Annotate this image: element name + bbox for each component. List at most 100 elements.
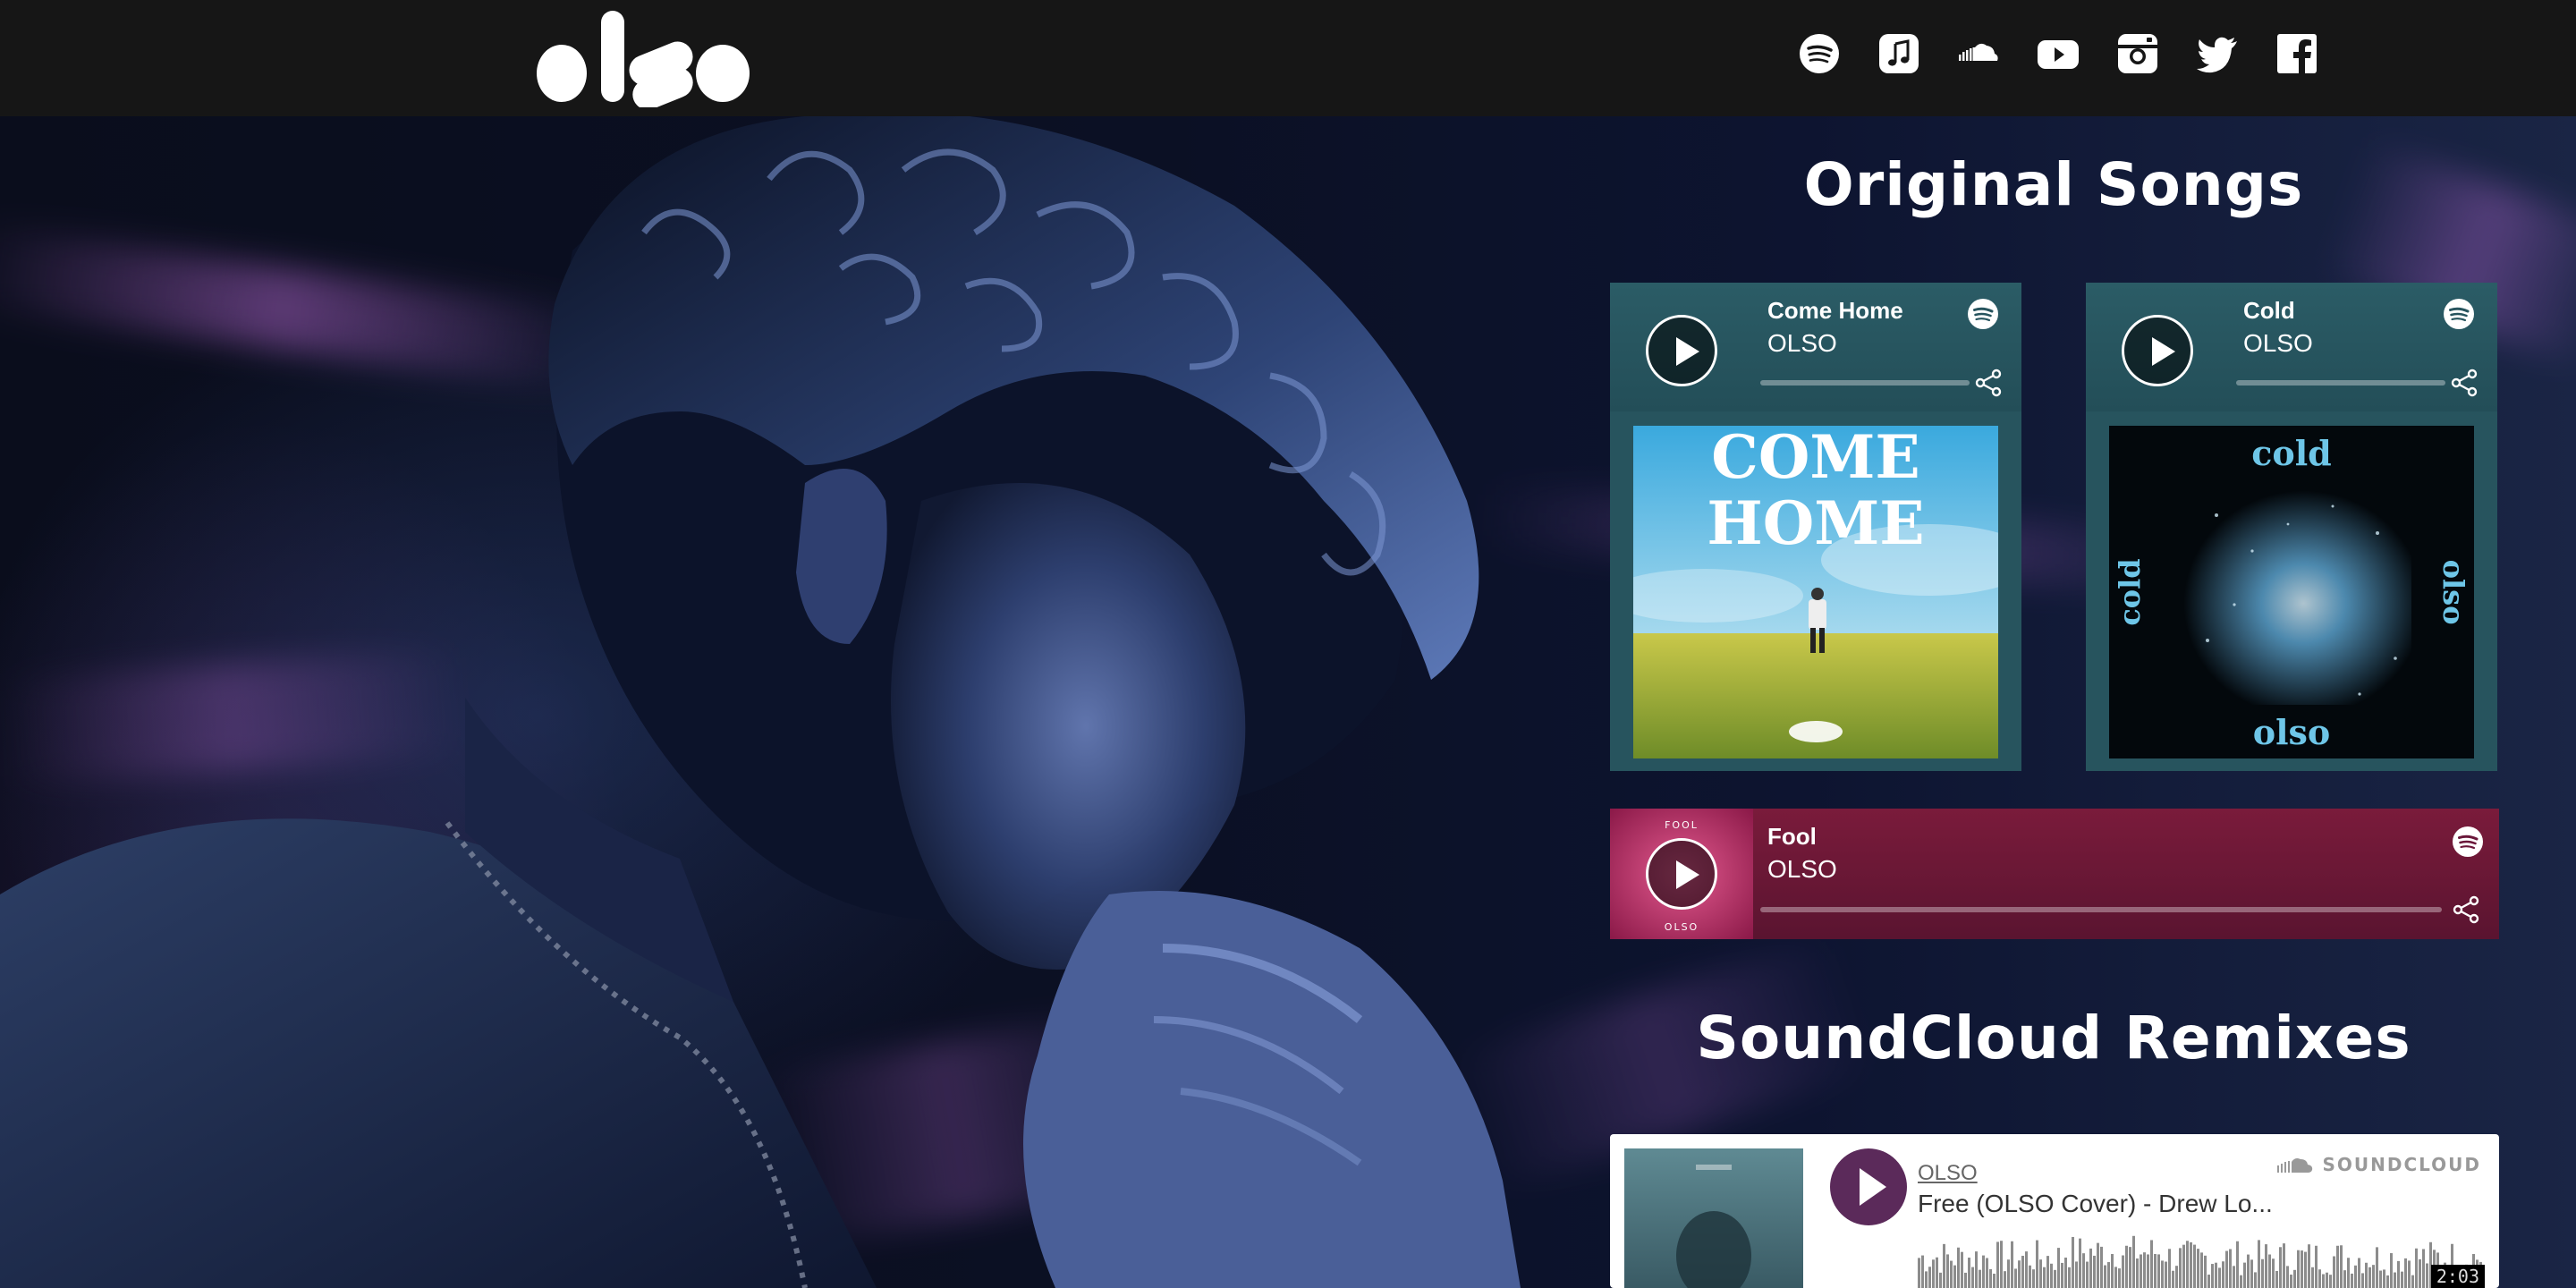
waveform-bar (2343, 1270, 2346, 1288)
waveform-bar (2386, 1275, 2389, 1288)
waveform-bar (2175, 1266, 2178, 1288)
waveform-bar (2322, 1274, 2325, 1288)
waveform-bar (2326, 1272, 2328, 1288)
waveform-bar (1918, 1258, 1920, 1288)
waveform-bar (2114, 1267, 2117, 1288)
original-songs-heading: Original Songs (1803, 150, 2304, 219)
track-artist[interactable]: OLSO (2243, 329, 2313, 358)
track-artwork[interactable] (1624, 1148, 1803, 1288)
track-title[interactable]: Come Home (1767, 297, 1903, 325)
waveform-bar (2054, 1269, 2056, 1288)
waveform-bar (1943, 1243, 1945, 1288)
svg-text:HOME: HOME (1707, 488, 1924, 558)
track-title-link[interactable]: Free (OLSO Cover) - Drew Lo... (1918, 1190, 2273, 1218)
waveform-bar (2193, 1244, 2196, 1288)
waveform-bar (2036, 1240, 2038, 1288)
progress-bar[interactable] (1760, 907, 2442, 912)
waveform-bar (2104, 1265, 2106, 1288)
instagram-icon[interactable] (2116, 32, 2159, 75)
waveform-bar (2004, 1271, 2006, 1288)
waveform-bar (2057, 1248, 2060, 1288)
twitter-icon[interactable] (2196, 32, 2239, 75)
soundcloud-logo[interactable]: SOUNDCLOUD (2275, 1154, 2481, 1175)
waveform-bar (2283, 1243, 2285, 1288)
waveform-bar (2093, 1255, 2096, 1288)
social-links (1798, 32, 2318, 75)
progress-bar[interactable] (1760, 380, 1970, 386)
spotify-icon[interactable] (2451, 825, 2485, 859)
play-button[interactable] (2122, 315, 2193, 386)
site-header (0, 0, 2576, 116)
waveform-bar (2182, 1244, 2185, 1288)
waveform-bar (1936, 1257, 1938, 1288)
waveform-bar (2068, 1267, 2071, 1288)
waveform-bar (1961, 1251, 1963, 1288)
svg-text:OLSO: OLSO (1665, 921, 1699, 933)
waveform-bar (2318, 1269, 2321, 1288)
waveform-bar (2072, 1236, 2074, 1288)
waveform-bar (2107, 1262, 2110, 1288)
share-icon[interactable] (2449, 368, 2479, 398)
svg-text:FOOL: FOOL (1665, 819, 1699, 831)
waveform-bar (2222, 1261, 2224, 1288)
spotify-icon[interactable] (2442, 297, 2476, 331)
waveform-bar (2333, 1256, 2335, 1288)
waveform-bar (2297, 1250, 2300, 1288)
track-artist[interactable]: OLSO (1767, 329, 1837, 358)
spotify-icon[interactable] (1798, 32, 1841, 75)
olso-logo[interactable] (535, 11, 753, 107)
waveform-bar (2351, 1273, 2353, 1288)
spotify-embed-fool: FOOL OLSO Fool OLSO (1610, 809, 2499, 939)
track-duration: 2:03 (2430, 1265, 2485, 1288)
track-title[interactable]: Cold (2243, 297, 2295, 325)
youtube-icon[interactable] (2037, 32, 2080, 75)
waveform-bar (2043, 1267, 2046, 1288)
spotify-embed-cold: Cold OLSO cold olso cold olso (2086, 283, 2497, 771)
waveform-bar (2147, 1254, 2149, 1288)
waveform-bar (2408, 1260, 2411, 1288)
waveform-bar (1946, 1254, 1949, 1288)
track-artist[interactable]: OLSO (1767, 855, 1837, 884)
uploader-link[interactable]: OLSO (1918, 1161, 1978, 1186)
waveform-bar (2275, 1270, 2278, 1288)
facebook-icon[interactable] (2275, 32, 2318, 75)
waveform-bar (1957, 1247, 1960, 1288)
play-button[interactable] (1830, 1148, 1907, 1225)
waveform-bar (2240, 1275, 2242, 1288)
waveform-bar (2186, 1241, 2189, 1288)
waveform-bar (2308, 1244, 2310, 1288)
waveform-bar (2154, 1253, 2157, 1288)
play-button[interactable] (1646, 838, 1717, 910)
waveform-bar (2021, 1255, 2024, 1288)
album-art-cold: cold olso cold olso (2109, 426, 2474, 758)
waveform-bar (1964, 1272, 1967, 1288)
waveform-bar (1928, 1267, 1931, 1288)
spotify-embed-come-home: Come Home OLSO COME HOME (1610, 283, 2021, 771)
waveform[interactable] (1918, 1234, 2485, 1288)
waveform-bar (2082, 1253, 2085, 1288)
waveform-bar (2079, 1238, 2081, 1288)
waveform-bar (2100, 1246, 2103, 1288)
waveform-bar (2411, 1275, 2414, 1288)
share-icon[interactable] (2451, 894, 2481, 925)
waveform-bar (2143, 1252, 2146, 1288)
progress-bar[interactable] (2236, 380, 2445, 386)
spotify-icon[interactable] (1966, 297, 2000, 331)
waveform-bar (2039, 1259, 2042, 1288)
waveform-bar (1939, 1272, 1942, 1288)
player-header: Cold OLSO (2086, 283, 2497, 411)
waveform-bar (2179, 1248, 2182, 1288)
waveform-bar (2125, 1245, 2128, 1288)
waveform-bar (1986, 1258, 1988, 1288)
waveform-bar (2172, 1270, 2174, 1288)
waveform-bar (2200, 1252, 2203, 1288)
track-title[interactable]: Fool (1767, 823, 1817, 851)
share-icon[interactable] (1973, 368, 2004, 398)
soundcloud-embed: OLSO Free (OLSO Cover) - Drew Lo... SOUN… (1610, 1134, 2499, 1288)
waveform-bar (2268, 1254, 2271, 1288)
apple-music-icon[interactable] (1877, 32, 1920, 75)
waveform-bar (2064, 1257, 2067, 1288)
soundcloud-icon[interactable] (1957, 32, 2000, 75)
waveform-bar (2000, 1241, 2003, 1288)
play-button[interactable] (1646, 315, 1717, 386)
